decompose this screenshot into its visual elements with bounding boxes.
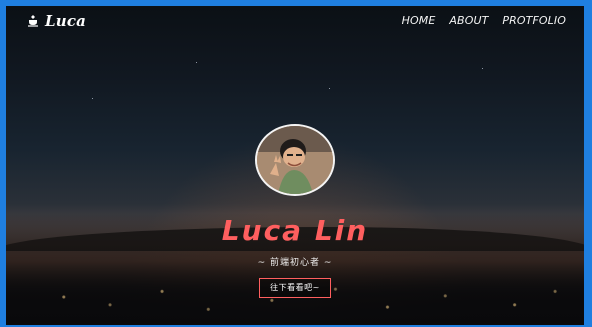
hero-content: Luca Lin ~ 前端初心者 ~ 往下看看吧~ xyxy=(6,124,584,298)
top-navigation: Luca HOME ABOUT PROTFOLIO xyxy=(6,6,584,34)
profile-avatar xyxy=(255,124,335,196)
hero-window: Luca HOME ABOUT PROTFOLIO Luca Lin ~ 前端初… xyxy=(6,6,584,325)
explore-button[interactable]: 往下看看吧~ xyxy=(259,278,331,298)
brand[interactable]: Luca xyxy=(26,12,86,30)
hero-name: Luca Lin xyxy=(221,214,369,247)
main-nav: HOME ABOUT PROTFOLIO xyxy=(402,14,566,27)
hero-tagline: ~ 前端初心者 ~ xyxy=(257,258,333,268)
nav-about[interactable]: ABOUT xyxy=(449,14,488,27)
star xyxy=(92,98,93,99)
brand-name[interactable]: Luca xyxy=(45,12,86,30)
star xyxy=(196,62,197,63)
nav-portfolio[interactable]: PROTFOLIO xyxy=(502,14,566,27)
nav-home[interactable]: HOME xyxy=(402,14,436,27)
profile-photo xyxy=(257,126,333,194)
star xyxy=(482,68,483,69)
star xyxy=(329,88,330,89)
coffee-icon xyxy=(28,15,38,27)
